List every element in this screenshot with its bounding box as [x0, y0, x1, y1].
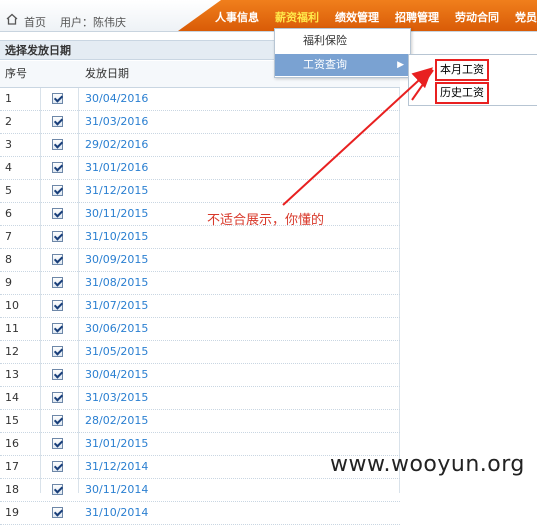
breadcrumb-home[interactable]: 首页	[24, 14, 46, 30]
nav-item-performance[interactable]: 绩效管理	[335, 9, 379, 25]
row-checkbox[interactable]	[52, 116, 63, 127]
row-date-link[interactable]: 30/04/2016	[85, 88, 148, 110]
row-checkbox[interactable]	[52, 346, 63, 357]
row-checkbox[interactable]	[52, 208, 63, 219]
table-row[interactable]: 19 31/10/2014	[0, 502, 400, 525]
table-row[interactable]: 11 30/06/2015	[0, 318, 400, 341]
row-checkbox[interactable]	[52, 392, 63, 403]
row-checkbox[interactable]	[52, 139, 63, 150]
row-index: 15	[5, 414, 19, 427]
row-date-link[interactable]: 31/12/2015	[85, 180, 148, 202]
table-row[interactable]: 4 31/01/2016	[0, 157, 400, 180]
row-index: 1	[5, 92, 12, 105]
row-date-link[interactable]: 31/03/2016	[85, 111, 148, 133]
row-date-link[interactable]: 31/12/2014	[85, 456, 148, 478]
row-index: 17	[5, 460, 19, 473]
row-checkbox[interactable]	[52, 277, 63, 288]
row-date-link[interactable]: 31/10/2014	[85, 502, 148, 524]
row-index: 3	[5, 138, 12, 151]
row-checkbox[interactable]	[52, 162, 63, 173]
row-index: 9	[5, 276, 12, 289]
table-row[interactable]: 14 31/03/2015	[0, 387, 400, 410]
table-row[interactable]: 1 30/04/2016	[0, 88, 400, 111]
row-date-link[interactable]: 30/11/2015	[85, 203, 148, 225]
row-checkbox[interactable]	[52, 231, 63, 242]
row-checkbox[interactable]	[52, 300, 63, 311]
row-checkbox[interactable]	[52, 93, 63, 104]
row-date-link[interactable]: 31/10/2015	[85, 226, 148, 248]
breadcrumb-user: 用户：陈伟庆	[60, 16, 126, 29]
main-nav: 人事信息 薪资福利 绩效管理 招聘管理 劳动合同 党员	[178, 0, 537, 31]
row-checkbox[interactable]	[52, 507, 63, 518]
row-date-link[interactable]: 31/03/2015	[85, 387, 148, 409]
row-checkbox[interactable]	[52, 415, 63, 426]
table-row[interactable]: 12 31/05/2015	[0, 341, 400, 364]
row-date-link[interactable]: 31/01/2015	[85, 433, 148, 455]
table-row[interactable]: 8 30/09/2015	[0, 249, 400, 272]
row-index: 5	[5, 184, 12, 197]
table-row[interactable]: 6 30/11/2015	[0, 203, 400, 226]
row-index: 18	[5, 483, 19, 496]
row-index: 16	[5, 437, 19, 450]
row-index: 19	[5, 506, 19, 519]
row-date-link[interactable]: 29/02/2016	[85, 134, 148, 156]
nav-item-hr-info[interactable]: 人事信息	[215, 9, 259, 25]
table-row[interactable]: 5 31/12/2015	[0, 180, 400, 203]
table-row[interactable]: 10 31/07/2015	[0, 295, 400, 318]
row-date-link[interactable]: 31/05/2015	[85, 341, 148, 363]
row-date-link[interactable]: 31/08/2015	[85, 272, 148, 294]
row-checkbox[interactable]	[52, 254, 63, 265]
row-date-link[interactable]: 30/06/2015	[85, 318, 148, 340]
row-index: 12	[5, 345, 19, 358]
row-date-link[interactable]: 31/07/2015	[85, 295, 148, 317]
home-icon[interactable]	[6, 13, 18, 25]
submenu-item-history[interactable]: 历史工资	[435, 82, 489, 104]
table-row[interactable]: 7 31/10/2015	[0, 226, 400, 249]
menu-item-salary-query[interactable]: 工资查询 ▶	[275, 54, 410, 76]
menu-item-welfare[interactable]: 福利保险	[275, 30, 410, 52]
table-row[interactable]: 2 31/03/2016	[0, 111, 400, 134]
row-index: 2	[5, 115, 12, 128]
row-date-link[interactable]: 31/01/2016	[85, 157, 148, 179]
row-index: 13	[5, 368, 19, 381]
annotation-text: 不适合展示，你懂的	[207, 213, 325, 228]
row-checkbox[interactable]	[52, 185, 63, 196]
table-row[interactable]: 9 31/08/2015	[0, 272, 400, 295]
row-date-link[interactable]: 30/09/2015	[85, 249, 148, 271]
row-index: 4	[5, 161, 12, 174]
row-index: 11	[5, 322, 19, 335]
row-date-link[interactable]: 30/04/2015	[85, 364, 148, 386]
watermark: www.wooyun.org	[330, 452, 525, 477]
row-checkbox[interactable]	[52, 369, 63, 380]
row-checkbox[interactable]	[52, 461, 63, 472]
nav-item-recruitment[interactable]: 招聘管理	[395, 9, 439, 25]
header-index: 序号	[5, 67, 27, 80]
nav-item-party[interactable]: 党员	[515, 9, 537, 25]
row-date-link[interactable]: 30/11/2014	[85, 479, 148, 501]
row-checkbox[interactable]	[52, 438, 63, 449]
nav-item-contract[interactable]: 劳动合同	[455, 9, 499, 25]
row-checkbox[interactable]	[52, 323, 63, 334]
submenu-item-current-month[interactable]: 本月工资	[435, 59, 489, 81]
row-index: 10	[5, 299, 19, 312]
nav-item-salary[interactable]: 薪资福利	[275, 9, 319, 25]
submenu-arrow-icon: ▶	[397, 60, 404, 70]
row-index: 14	[5, 391, 19, 404]
salary-dropdown-menu: 福利保险 工资查询 ▶	[274, 28, 411, 78]
table-row[interactable]: 3 29/02/2016	[0, 134, 400, 157]
row-checkbox[interactable]	[52, 484, 63, 495]
table-row[interactable]: 13 30/04/2015	[0, 364, 400, 387]
table-row[interactable]: 15 28/02/2015	[0, 410, 400, 433]
header-date: 发放日期	[85, 67, 129, 80]
row-index: 7	[5, 230, 12, 243]
salary-submenu: 本月工资 历史工资	[408, 54, 537, 106]
menu-item-label: 工资查询	[303, 58, 347, 71]
row-index: 8	[5, 253, 12, 266]
row-index: 6	[5, 207, 12, 220]
row-date-link[interactable]: 28/02/2015	[85, 410, 148, 432]
table-row[interactable]: 18 30/11/2014	[0, 479, 400, 502]
